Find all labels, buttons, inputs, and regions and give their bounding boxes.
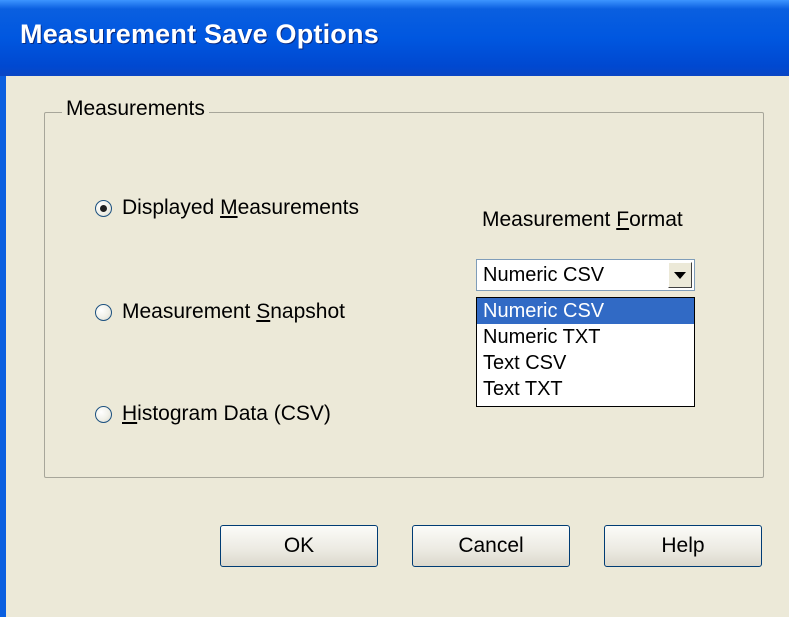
radio-histogram-data[interactable]: Histogram Data (CSV)	[95, 402, 331, 426]
measurements-group-label: Measurements	[62, 97, 209, 121]
measurement-format-label: Measurement Format	[482, 208, 683, 231]
radio-indicator	[95, 303, 112, 321]
radio-label: Displayed Measurements	[122, 196, 359, 219]
dropdown-option-numeric-txt[interactable]: Numeric TXT	[477, 324, 694, 350]
cancel-button[interactable]: Cancel	[412, 525, 570, 567]
radio-label: Measurement Snapshot	[122, 300, 345, 323]
radio-indicator	[95, 199, 112, 217]
window-title: Measurement Save Options	[20, 19, 379, 49]
combobox-value: Numeric CSV	[483, 264, 605, 286]
dropdown-option-text-txt[interactable]: Text TXT	[477, 376, 694, 402]
radio-displayed-measurements[interactable]: Displayed Measurements	[95, 196, 359, 220]
radio-selected-dot	[100, 204, 107, 212]
dropdown-option-numeric-csv[interactable]: Numeric CSV	[477, 298, 694, 324]
radio-measurement-snapshot[interactable]: Measurement Snapshot	[95, 300, 345, 324]
dropdown-button[interactable]	[668, 262, 692, 288]
title-bar[interactable]: Measurement Save Options	[0, 0, 789, 76]
measurement-format-combobox[interactable]: Numeric CSV	[476, 259, 695, 291]
help-button[interactable]: Help	[604, 525, 762, 567]
dropdown-option-text-csv[interactable]: Text CSV	[477, 350, 694, 376]
measurement-format-dropdown-list: Numeric CSV Numeric TXT Text CSV Text TX…	[476, 297, 695, 407]
radio-indicator	[95, 405, 112, 423]
window-frame-left	[0, 76, 6, 617]
chevron-down-icon	[674, 271, 686, 279]
ok-button[interactable]: OK	[220, 525, 378, 567]
radio-label: Histogram Data (CSV)	[122, 402, 331, 425]
